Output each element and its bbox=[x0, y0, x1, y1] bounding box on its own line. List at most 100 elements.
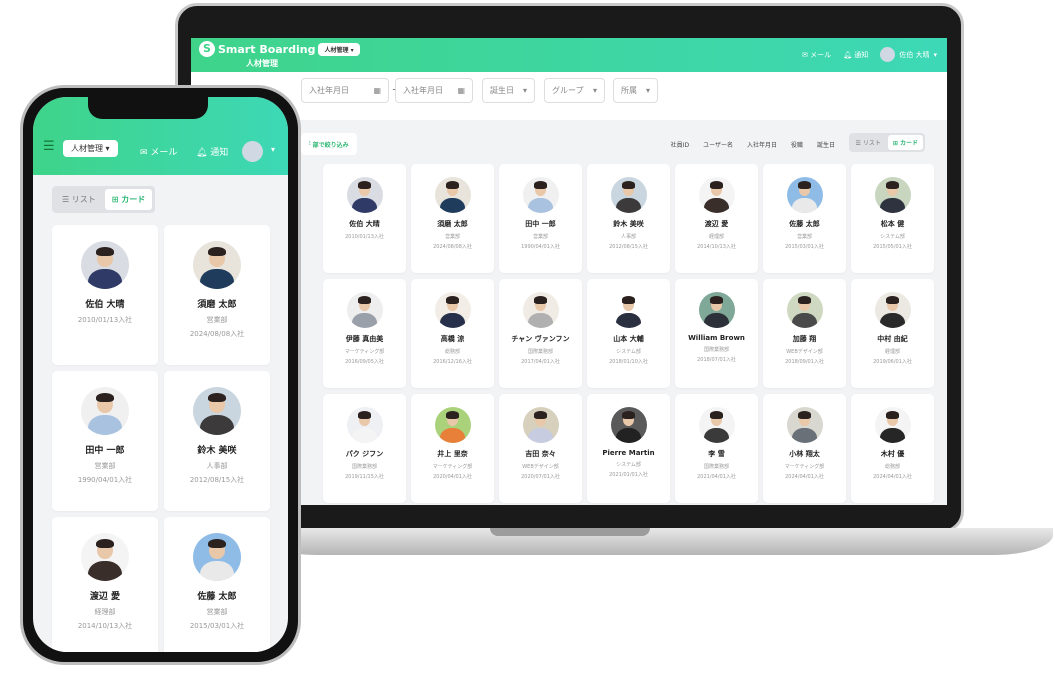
employee-card[interactable]: 高橋 涼総務部 2016/12/16入社 bbox=[411, 279, 494, 388]
avatar bbox=[346, 177, 383, 213]
employee-card[interactable]: 小林 翔太 マーケティング部 2024/04/01入社 bbox=[763, 394, 846, 503]
employee-name: 渡辺 愛 bbox=[704, 220, 729, 229]
employee-department: システム部 bbox=[616, 348, 641, 355]
employee-name: 山本 大輔 bbox=[613, 335, 644, 344]
avatar bbox=[193, 387, 241, 435]
employee-join-date: 2010/01/13入社 bbox=[345, 233, 384, 240]
calendar-icon: ▦ bbox=[457, 86, 465, 95]
employee-name: 木村 優 bbox=[880, 450, 905, 459]
module-select[interactable]: 人材管理 ▾ bbox=[318, 42, 360, 56]
employee-card[interactable]: 佐藤 太郎 営業部 2015/03/01入社 bbox=[763, 164, 846, 273]
user-name: 佐伯 大晴 bbox=[899, 50, 930, 59]
avatar-torso bbox=[351, 427, 378, 443]
employee-card[interactable]: 田中 一郎 営業部 1990/04/01入社 bbox=[499, 164, 582, 273]
department-filter-button[interactable]: ⫶ 部で絞り込み bbox=[301, 133, 357, 155]
hamburger-menu-icon[interactable]: ☰ bbox=[43, 139, 55, 154]
sort-option[interactable]: 社員ID bbox=[671, 140, 689, 149]
chevron-down-icon[interactable]: ▾ bbox=[271, 145, 275, 154]
avatar-hair bbox=[357, 296, 372, 304]
card-view-button[interactable]: ⊞ カード bbox=[104, 189, 153, 210]
employee-department: マーケティング部 bbox=[784, 463, 825, 470]
employee-join-date: 2020/04/01入社 bbox=[433, 474, 472, 481]
avatar[interactable] bbox=[242, 141, 263, 162]
employee-card[interactable]: 鈴木 美咲 人事部 2012/08/15入社 bbox=[164, 371, 270, 511]
join-date-from-field[interactable]: 入社年月日 ▦ bbox=[301, 78, 389, 103]
employee-card[interactable]: 渡辺 愛経理部 2014/10/13入社 bbox=[52, 517, 158, 652]
group-select[interactable]: グループ ▾ bbox=[544, 78, 605, 103]
avatar-torso bbox=[527, 197, 554, 213]
employee-card[interactable]: 田中 一郎 営業部 1990/04/01入社 bbox=[52, 371, 158, 511]
employee-join-date: 1990/04/01入社 bbox=[521, 244, 560, 251]
brand-logo-icon: S bbox=[199, 41, 215, 57]
brand-logo[interactable]: S Smart Boarding 人材管理 ▾ bbox=[199, 41, 360, 57]
employee-name: 高橋 涼 bbox=[440, 335, 465, 344]
affiliation-select[interactable]: 所属 ▾ bbox=[613, 78, 658, 103]
avatar-hair bbox=[445, 181, 460, 189]
employee-card[interactable]: 佐伯 大晴 2010/01/13入社 bbox=[52, 225, 158, 365]
employee-name: 須磨 太郎 bbox=[437, 220, 468, 229]
notify-link[interactable]: 🔔︎ 通知 bbox=[843, 50, 868, 60]
list-label: リスト bbox=[71, 195, 96, 204]
sort-option[interactable]: 入社年月日 bbox=[747, 140, 777, 149]
employee-card[interactable]: 須磨 太郎 営業部 2024/08/08入社 bbox=[164, 225, 270, 365]
avatar-torso bbox=[199, 414, 235, 435]
employee-card[interactable]: 李 雪国際業務部 2021/04/01入社 bbox=[675, 394, 758, 503]
avatar-hair bbox=[207, 392, 227, 403]
join-date-to-field[interactable]: 入社年月日 ▦ bbox=[395, 78, 473, 103]
employee-name: 伊藤 真由美 bbox=[345, 335, 384, 344]
employee-card[interactable]: パク ジフン 国際業務部 2019/11/15入社 bbox=[323, 394, 406, 503]
avatar-hair bbox=[797, 296, 812, 304]
list-view-button[interactable]: ☰ リスト bbox=[851, 135, 886, 150]
avatar-torso bbox=[351, 312, 378, 328]
employee-card[interactable]: 木村 優総務部 2024/04/01入社 bbox=[851, 394, 934, 503]
employee-card[interactable]: 吉田 奈々 WEBデザイン部 2020/07/01入社 bbox=[499, 394, 582, 503]
birthday-select[interactable]: 誕生日 ▾ bbox=[482, 78, 535, 103]
employee-card[interactable]: 中村 由紀 経理部 2019/06/01入社 bbox=[851, 279, 934, 388]
employee-card[interactable]: 加藤 翔 WEBデザイン部 2018/09/01入社 bbox=[763, 279, 846, 388]
module-select[interactable]: 人材管理 ▾ bbox=[63, 140, 118, 157]
sort-option[interactable]: ユーザー名 bbox=[703, 140, 733, 149]
mail-link[interactable]: ✉ メール bbox=[802, 50, 831, 60]
user-menu[interactable]: 佐伯 大晴 ▾ bbox=[880, 47, 937, 62]
sort-option[interactable]: 誕生日 bbox=[817, 140, 835, 149]
employee-card[interactable]: 佐藤 太郎 営業部 2015/03/01入社 bbox=[164, 517, 270, 652]
sort-option[interactable]: 役職 bbox=[791, 140, 803, 149]
join-date-to-placeholder: 入社年月日 bbox=[403, 86, 443, 95]
avatar-torso bbox=[439, 197, 466, 213]
avatar bbox=[81, 533, 129, 581]
employee-card[interactable]: 山本 大輔 システム部 2018/01/10入社 bbox=[587, 279, 670, 388]
avatar bbox=[874, 407, 911, 443]
avatar-hair bbox=[621, 296, 636, 304]
employee-card[interactable]: Pierre Martin システム部 2021/01/01入社 bbox=[587, 394, 670, 503]
card-view-button[interactable]: ⊞ カード bbox=[887, 135, 923, 150]
employee-card[interactable]: 松本 健システム部 2015/05/01入社 bbox=[851, 164, 934, 273]
employee-card[interactable]: 井上 里奈 マーケティング部 2020/04/01入社 bbox=[411, 394, 494, 503]
avatar-torso bbox=[439, 312, 466, 328]
avatar-torso bbox=[351, 197, 378, 213]
employee-card[interactable]: チャン ヴァンフン 国際業務部 2017/04/01入社 bbox=[499, 279, 582, 388]
employee-department: マーケティング部 bbox=[432, 463, 473, 470]
employee-card[interactable]: 鈴木 美咲 人事部 2012/08/15入社 bbox=[587, 164, 670, 273]
avatar-hair bbox=[797, 181, 812, 189]
mail-link[interactable]: ✉ メール bbox=[140, 145, 177, 158]
employee-card[interactable]: 佐伯 大晴 2010/01/13入社 bbox=[323, 164, 406, 273]
employee-department: 総務部 bbox=[444, 348, 460, 355]
employee-join-date: 1990/04/01入社 bbox=[77, 476, 133, 485]
employee-join-date: 2018/07/01入社 bbox=[697, 357, 736, 364]
employee-name: 鈴木 美咲 bbox=[197, 446, 237, 457]
employee-card[interactable]: William Brown 国際業務部 2018/07/01入社 bbox=[675, 279, 758, 388]
avatar-hair bbox=[445, 296, 460, 304]
employee-card[interactable]: 須磨 太郎 営業部 2024/08/08入社 bbox=[411, 164, 494, 273]
avatar bbox=[193, 533, 241, 581]
avatar-torso bbox=[527, 427, 554, 443]
employee-name: 佐藤 太郎 bbox=[197, 592, 237, 603]
employee-card[interactable]: 伊藤 真由美 マーケティング部 2016/09/05入社 bbox=[323, 279, 406, 388]
employee-department: 経理部 bbox=[708, 233, 724, 240]
list-view-button[interactable]: ☰ リスト bbox=[55, 189, 103, 210]
avatar-torso bbox=[615, 312, 642, 328]
filter-button-label: 部で絞り込み bbox=[312, 141, 349, 149]
employee-card[interactable]: 渡辺 愛経理部 2014/10/13入社 bbox=[675, 164, 758, 273]
app-header: S Smart Boarding 人材管理 ▾ 人材管理 ✉ メール 🔔︎ 通知… bbox=[191, 38, 947, 72]
employee-join-date: 2012/08/15入社 bbox=[189, 476, 245, 485]
notify-link[interactable]: 🔔︎ 通知 bbox=[196, 145, 228, 158]
